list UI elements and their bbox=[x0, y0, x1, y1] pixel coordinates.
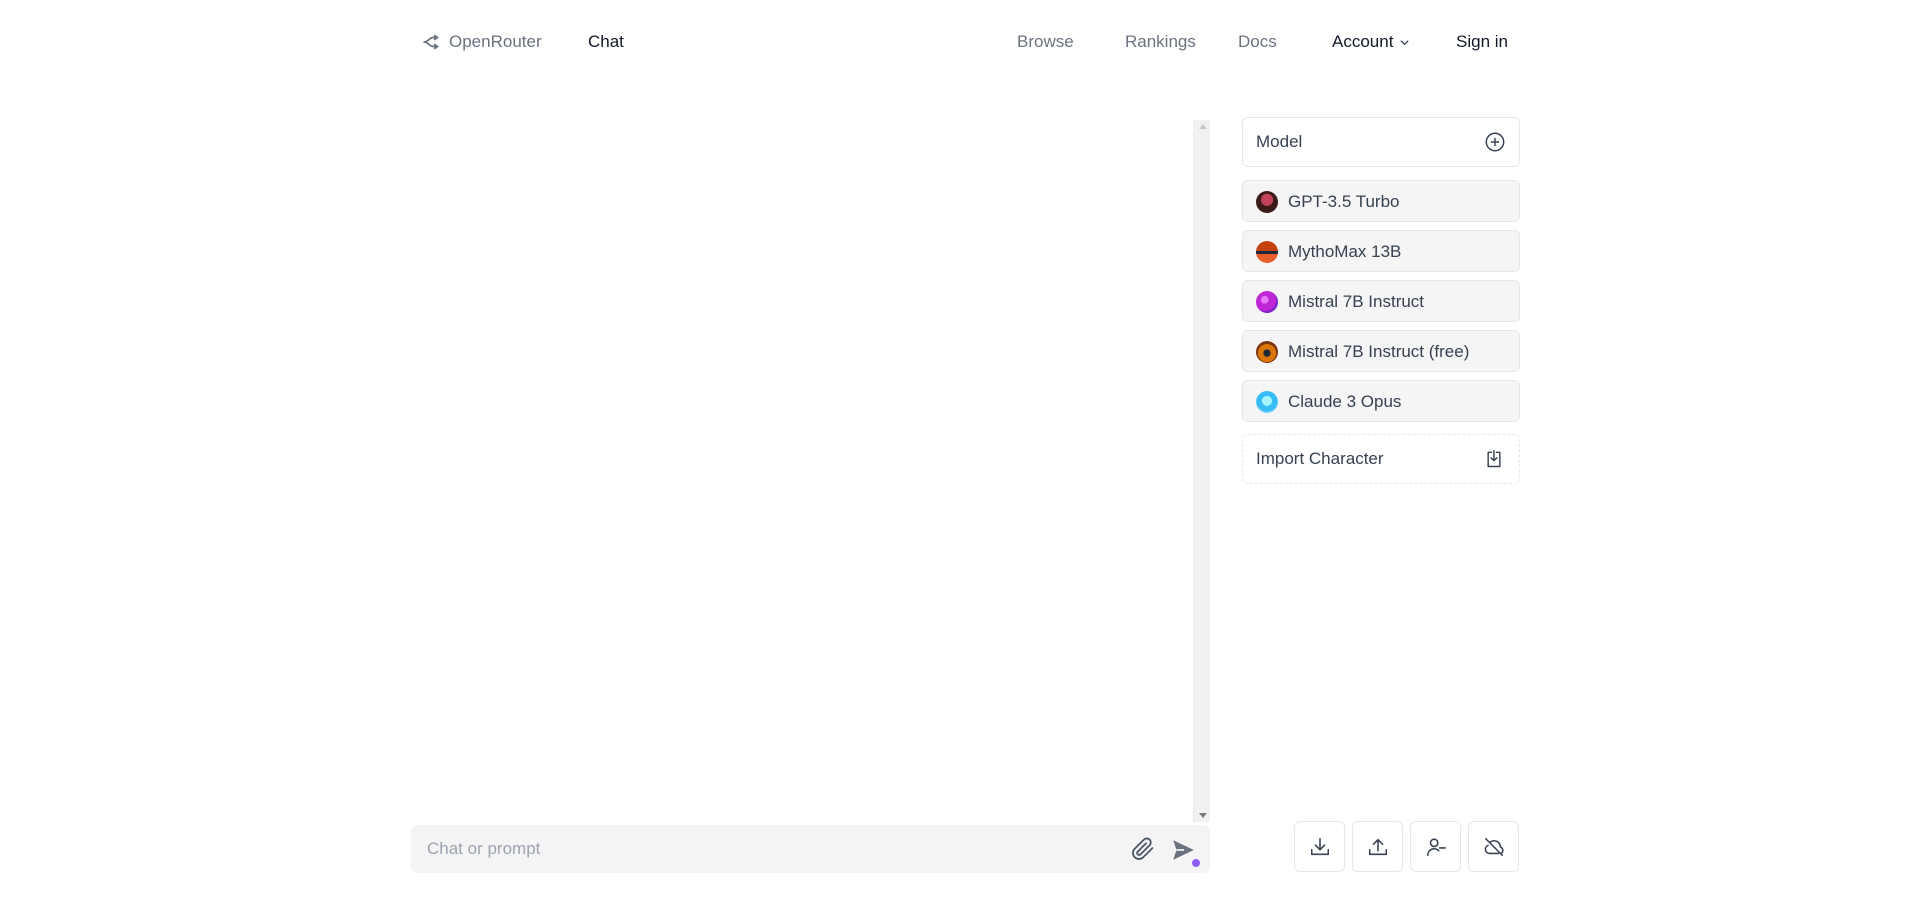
model-name: Claude 3 Opus bbox=[1288, 392, 1402, 411]
nav-rankings[interactable]: Rankings bbox=[1125, 30, 1196, 54]
chat-input[interactable] bbox=[411, 825, 1111, 873]
download-icon bbox=[1310, 837, 1330, 856]
sign-in-button[interactable]: Sign in bbox=[1456, 30, 1508, 54]
nav-docs[interactable]: Docs bbox=[1238, 30, 1277, 54]
model-name: GPT-3.5 Turbo bbox=[1288, 192, 1400, 211]
model-selector[interactable]: Model bbox=[1242, 117, 1520, 167]
nav-account-label: Account bbox=[1332, 32, 1394, 51]
import-character-label: Import Character bbox=[1256, 449, 1384, 468]
nav-account-dropdown[interactable]: Account bbox=[1332, 30, 1410, 54]
chevron-down-icon bbox=[1400, 39, 1410, 45]
model-name: MythoMax 13B bbox=[1288, 242, 1402, 261]
upload-button[interactable] bbox=[1352, 821, 1403, 872]
model-item-mistral-7b-instruct-free[interactable]: Mistral 7B Instruct (free) bbox=[1242, 330, 1520, 372]
model-name: Mistral 7B Instruct (free) bbox=[1288, 342, 1470, 361]
model-item-mythomax-13b[interactable]: MythoMax 13B bbox=[1242, 230, 1520, 272]
scroll-down-icon[interactable] bbox=[1199, 813, 1207, 818]
download-button[interactable] bbox=[1294, 821, 1345, 872]
openrouter-logo-icon bbox=[423, 34, 439, 50]
model-selector-label: Model bbox=[1256, 132, 1303, 151]
model-item-gpt-3-5-turbo[interactable]: GPT-3.5 Turbo bbox=[1242, 180, 1520, 222]
upload-icon bbox=[1368, 838, 1388, 856]
import-character-button[interactable]: Import Character bbox=[1242, 434, 1520, 484]
model-item-mistral-7b-instruct[interactable]: Mistral 7B Instruct bbox=[1242, 280, 1520, 322]
user-minus-icon bbox=[1426, 838, 1446, 857]
scroll-up-icon[interactable] bbox=[1199, 124, 1207, 129]
model-avatar bbox=[1256, 191, 1278, 213]
chat-input-container bbox=[411, 825, 1210, 873]
nav-chat[interactable]: Chat bbox=[588, 30, 624, 54]
top-nav: OpenRouter Chat Browse Rankings Docs Acc… bbox=[412, 0, 1520, 85]
offline-toggle-button[interactable] bbox=[1468, 821, 1519, 872]
import-file-icon bbox=[1487, 449, 1501, 468]
model-name: Mistral 7B Instruct bbox=[1288, 292, 1425, 311]
cloud-off-icon bbox=[1484, 837, 1504, 857]
chat-scrollbar[interactable] bbox=[1193, 120, 1210, 822]
chat-messages-area bbox=[412, 120, 1192, 820]
brand-link[interactable]: OpenRouter bbox=[422, 30, 542, 54]
model-avatar bbox=[1256, 391, 1278, 413]
model-item-claude-3-opus[interactable]: Claude 3 Opus bbox=[1242, 380, 1520, 422]
paperclip-icon[interactable] bbox=[1131, 837, 1155, 861]
model-avatar bbox=[1256, 341, 1278, 363]
brand-label: OpenRouter bbox=[449, 32, 542, 51]
nav-browse[interactable]: Browse bbox=[1017, 30, 1074, 54]
plus-circle-icon bbox=[1485, 132, 1505, 152]
status-dot bbox=[1192, 859, 1200, 867]
model-avatar bbox=[1256, 291, 1278, 313]
model-avatar bbox=[1256, 241, 1278, 263]
send-icon[interactable] bbox=[1170, 837, 1196, 863]
remove-character-button[interactable] bbox=[1410, 821, 1461, 872]
